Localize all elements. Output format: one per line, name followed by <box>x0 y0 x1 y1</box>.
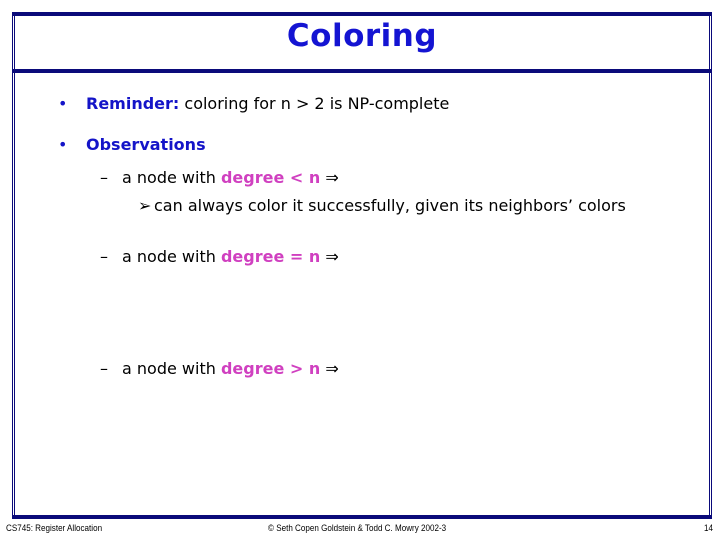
degree-highlight: degree = n <box>220 247 321 266</box>
bullet-reminder: • Reminder: coloring for n > 2 is NP-comp… <box>58 94 449 113</box>
detail-degree-less: ➢ can always color it successfully, given… <box>138 196 626 215</box>
bullet-marker: • <box>58 94 68 113</box>
bullet-observations: • Observations <box>58 135 206 154</box>
subitem-prefix: a node with <box>122 247 221 266</box>
footer-page-number: 14 <box>704 523 713 534</box>
implies-arrow: ⇒ <box>320 168 339 187</box>
footer-copyright: © Seth Copen Goldstein & Todd C. Mowry 2… <box>268 523 447 534</box>
detail-text: can always color it successfully, given … <box>154 196 626 215</box>
title-rule <box>12 69 712 73</box>
arrowhead-bullet-icon: ➢ <box>138 196 152 215</box>
subitem-degree-greater: – a node with degree > n ⇒ <box>100 359 339 378</box>
reminder-label: Reminder: <box>86 94 180 113</box>
subitem-degree-equal: – a node with degree = n ⇒ <box>100 247 339 266</box>
slide-title: Coloring <box>286 18 438 54</box>
reminder-text: coloring for n > 2 is NP-complete <box>179 94 450 113</box>
subitem-prefix: a node with <box>122 359 221 378</box>
degree-highlight: degree > n <box>220 359 321 378</box>
bottom-rule <box>12 515 712 519</box>
implies-arrow: ⇒ <box>320 359 339 378</box>
bullet-marker: • <box>58 135 68 154</box>
dash-marker: – <box>100 168 108 187</box>
top-rule <box>12 12 712 16</box>
dash-marker: – <box>100 247 108 266</box>
implies-arrow: ⇒ <box>320 247 339 266</box>
dash-marker: – <box>100 359 108 378</box>
footer-course: CS745: Register Allocation <box>6 523 103 534</box>
subitem-prefix: a node with <box>122 168 221 187</box>
degree-highlight: degree < n <box>220 168 321 187</box>
subitem-degree-less: – a node with degree < n ⇒ <box>100 168 339 187</box>
observations-label: Observations <box>86 135 206 154</box>
